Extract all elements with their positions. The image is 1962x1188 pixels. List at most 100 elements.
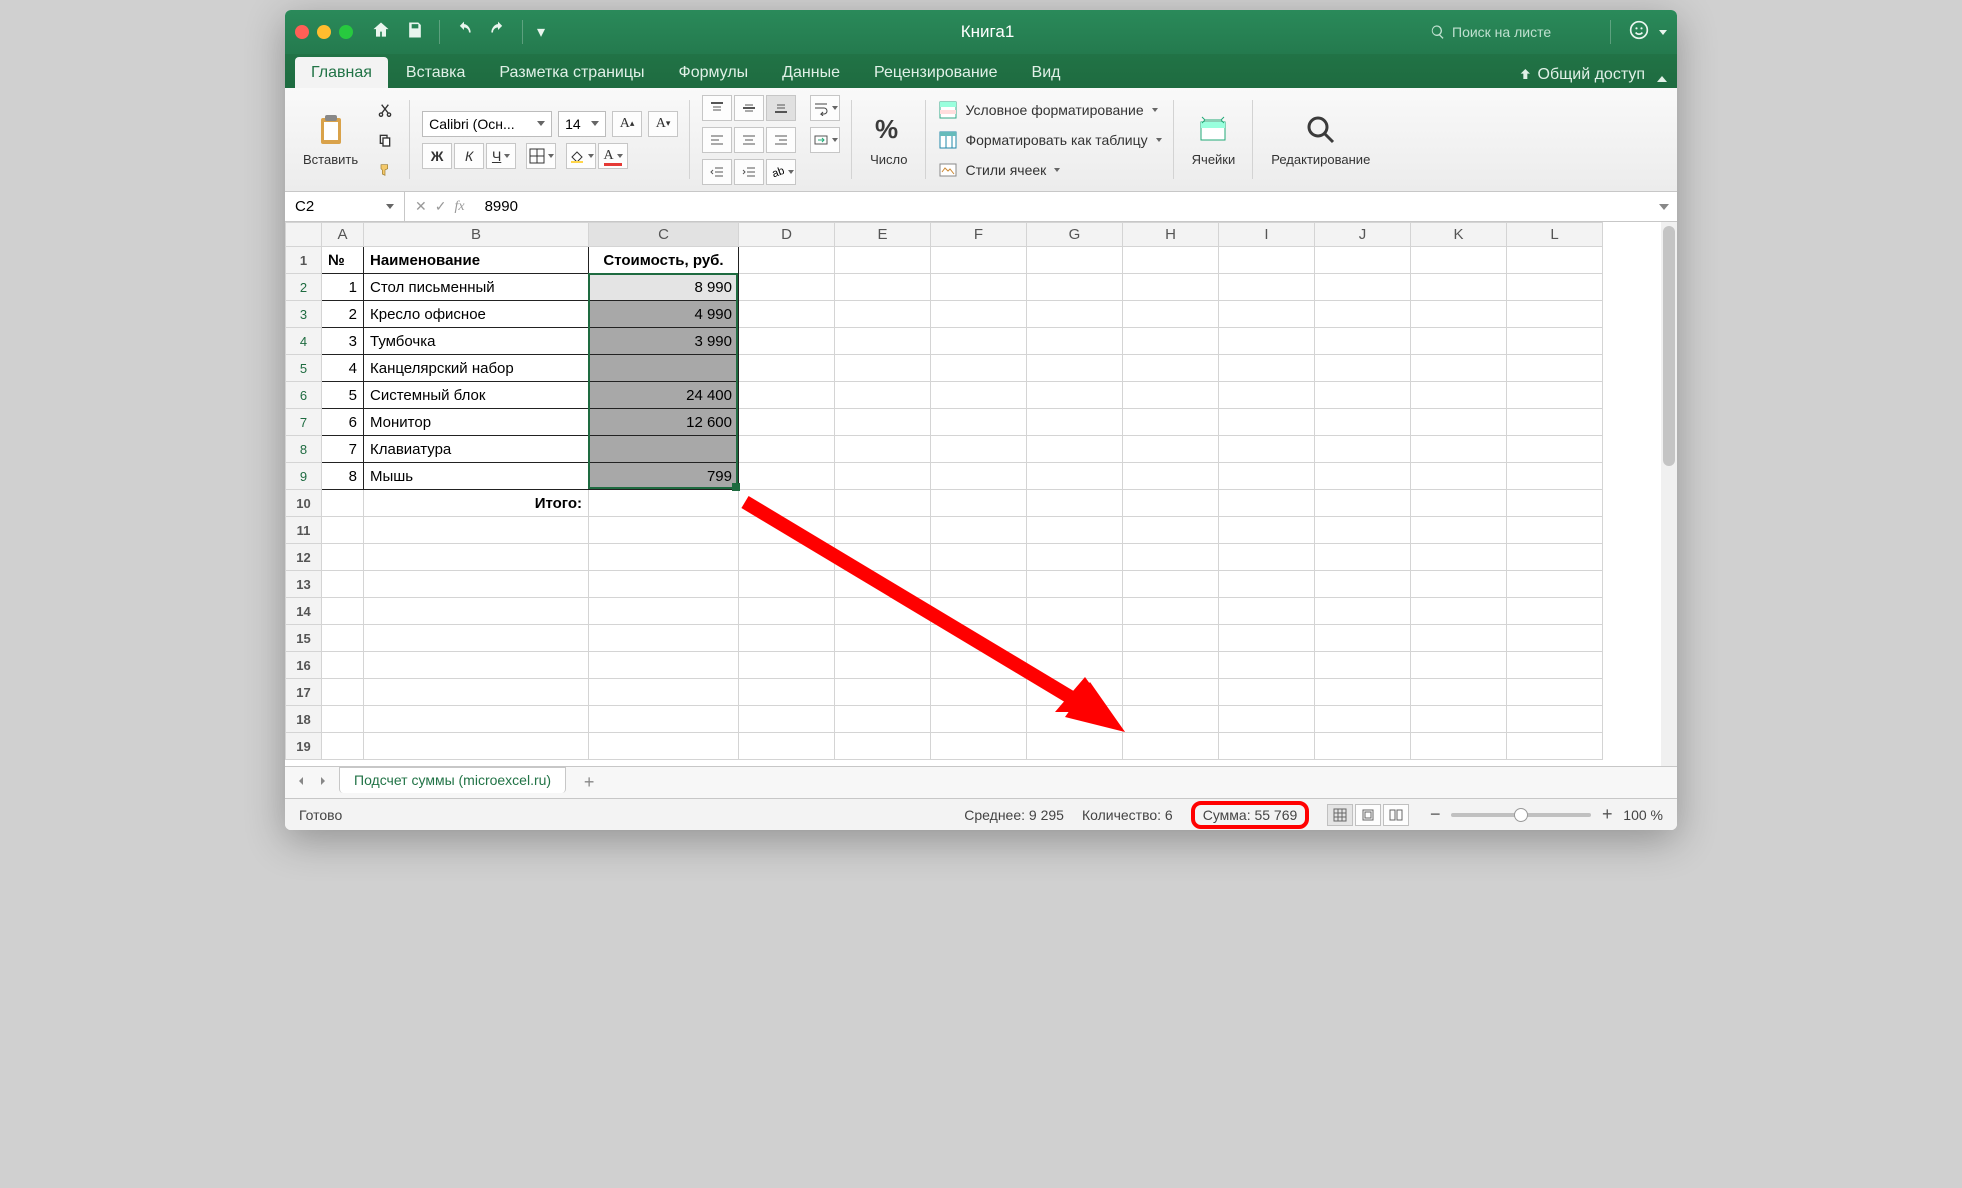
cell[interactable] <box>1219 463 1315 490</box>
cell[interactable] <box>835 652 931 679</box>
cell[interactable] <box>1027 247 1123 274</box>
cell[interactable] <box>1315 409 1411 436</box>
row-header[interactable]: 7 <box>286 409 322 436</box>
cell[interactable] <box>1123 706 1219 733</box>
cell[interactable] <box>1411 328 1507 355</box>
col-header[interactable]: C <box>589 223 739 247</box>
cell[interactable] <box>1507 436 1603 463</box>
cell[interactable] <box>1411 355 1507 382</box>
sheet-tab[interactable]: Подсчет суммы (microexcel.ru) <box>339 767 566 793</box>
cell[interactable]: 8 990 <box>589 274 739 301</box>
cell[interactable] <box>931 490 1027 517</box>
cell[interactable] <box>1411 463 1507 490</box>
cell[interactable] <box>1411 436 1507 463</box>
cell[interactable]: Кресло офисное <box>364 301 589 328</box>
row-header[interactable]: 14 <box>286 598 322 625</box>
col-header[interactable]: G <box>1027 223 1123 247</box>
cell[interactable] <box>322 706 364 733</box>
view-normal-button[interactable] <box>1327 804 1353 826</box>
cell[interactable]: Тумбочка <box>364 328 589 355</box>
cell[interactable] <box>1027 490 1123 517</box>
cell[interactable] <box>589 652 739 679</box>
cell[interactable] <box>835 382 931 409</box>
font-color-button[interactable]: А <box>598 143 628 169</box>
cell[interactable]: 2 <box>322 301 364 328</box>
cell[interactable] <box>1219 679 1315 706</box>
cell[interactable] <box>1123 652 1219 679</box>
cell[interactable] <box>835 625 931 652</box>
collapse-ribbon-icon[interactable] <box>1657 76 1667 82</box>
col-header[interactable]: A <box>322 223 364 247</box>
cell[interactable]: Монитор <box>364 409 589 436</box>
cell[interactable] <box>1315 301 1411 328</box>
cell[interactable]: 5 <box>322 382 364 409</box>
paste-button[interactable]: Вставить <box>297 108 364 171</box>
cell[interactable] <box>1027 517 1123 544</box>
cell[interactable]: Итого: <box>364 490 589 517</box>
cell[interactable] <box>835 490 931 517</box>
row-header[interactable]: 4 <box>286 328 322 355</box>
cell[interactable] <box>1315 382 1411 409</box>
cell[interactable] <box>589 517 739 544</box>
col-header[interactable]: D <box>739 223 835 247</box>
row-header[interactable]: 15 <box>286 625 322 652</box>
cell[interactable] <box>1219 544 1315 571</box>
cell[interactable] <box>364 544 589 571</box>
zoom-slider-knob[interactable] <box>1514 808 1528 822</box>
cell[interactable] <box>322 544 364 571</box>
cancel-icon[interactable]: ✕ <box>415 198 427 215</box>
enter-icon[interactable]: ✓ <box>435 198 447 215</box>
row-header[interactable]: 9 <box>286 463 322 490</box>
cell[interactable]: 7 <box>322 436 364 463</box>
row-header[interactable]: 16 <box>286 652 322 679</box>
cell[interactable] <box>322 517 364 544</box>
cell[interactable] <box>364 571 589 598</box>
cell[interactable] <box>1411 625 1507 652</box>
row-header[interactable]: 6 <box>286 382 322 409</box>
add-sheet-button[interactable]: + <box>576 770 602 796</box>
cell[interactable] <box>322 571 364 598</box>
border-button[interactable] <box>526 143 556 169</box>
align-right-button[interactable] <box>766 127 796 153</box>
cell[interactable] <box>1507 517 1603 544</box>
cell[interactable] <box>931 355 1027 382</box>
cell[interactable] <box>1219 355 1315 382</box>
cell[interactable] <box>1507 733 1603 760</box>
cell[interactable]: 12 600 <box>589 409 739 436</box>
cell[interactable]: 4 <box>322 355 364 382</box>
cell[interactable] <box>1123 625 1219 652</box>
select-all-corner[interactable] <box>286 223 322 247</box>
font-name-select[interactable]: Calibri (Осн... <box>422 111 552 137</box>
col-header[interactable]: H <box>1123 223 1219 247</box>
cell[interactable] <box>1507 328 1603 355</box>
cell[interactable] <box>835 328 931 355</box>
zoom-level[interactable]: 100 % <box>1623 807 1663 823</box>
cell[interactable] <box>739 571 835 598</box>
align-bottom-button[interactable] <box>766 95 796 121</box>
cell-styles-button[interactable]: Стили ячеек <box>938 156 1061 184</box>
cell[interactable] <box>1315 652 1411 679</box>
cell[interactable] <box>1315 625 1411 652</box>
cell[interactable] <box>1315 571 1411 598</box>
cell[interactable] <box>364 652 589 679</box>
col-header[interactable]: L <box>1507 223 1603 247</box>
cell[interactable] <box>1123 409 1219 436</box>
cell[interactable] <box>1315 436 1411 463</box>
cell[interactable] <box>1123 733 1219 760</box>
cell[interactable] <box>1123 436 1219 463</box>
cell[interactable] <box>931 652 1027 679</box>
vertical-scrollbar[interactable] <box>1661 222 1677 766</box>
cell[interactable] <box>739 706 835 733</box>
cell[interactable]: 8 <box>322 463 364 490</box>
underline-button[interactable]: Ч <box>486 143 516 169</box>
cell[interactable] <box>1411 733 1507 760</box>
cell[interactable] <box>1123 598 1219 625</box>
cell[interactable] <box>1411 409 1507 436</box>
cell[interactable] <box>1315 355 1411 382</box>
cell[interactable] <box>739 733 835 760</box>
cells-button[interactable]: Ячейки <box>1186 108 1242 171</box>
align-middle-button[interactable] <box>734 95 764 121</box>
cell[interactable] <box>1315 517 1411 544</box>
cell[interactable] <box>1507 598 1603 625</box>
cell[interactable] <box>1027 436 1123 463</box>
